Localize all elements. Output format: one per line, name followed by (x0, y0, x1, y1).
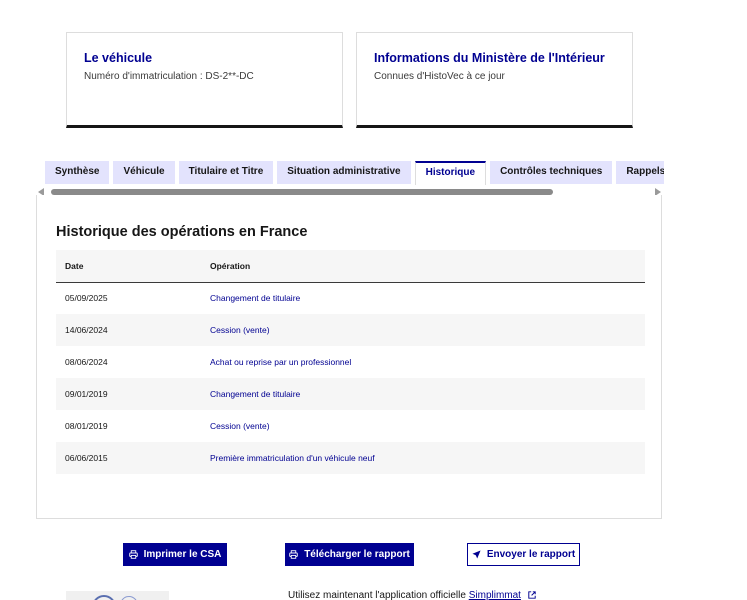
send-report-button[interactable]: Envoyer le rapport (467, 543, 580, 566)
tab-historique[interactable]: Historique (414, 161, 487, 185)
tab-vehicule[interactable]: Véhicule (113, 161, 175, 184)
row-operation-link[interactable]: Achat ou reprise par un professionnel (210, 357, 351, 367)
tab-situation-administrative[interactable]: Situation administrative (277, 161, 411, 184)
tab-synthese[interactable]: Synthèse (45, 161, 110, 184)
row-operation-link[interactable]: Cession (vente) (210, 421, 270, 431)
history-table: Date Opération 05/09/2025 Changement de … (56, 250, 645, 474)
send-arrow-icon (472, 550, 481, 559)
table-row: 06/06/2015 Première immatriculation d'un… (56, 442, 645, 474)
column-header-date: Date (56, 250, 210, 283)
row-date: 14/06/2024 (56, 314, 210, 346)
table-header-row: Date Opération (56, 250, 645, 283)
tab-rappels-constructeur[interactable]: Rappels constructeur (616, 161, 664, 184)
printer-icon (128, 550, 138, 559)
simplimmat-link[interactable]: Simplimmat (469, 590, 521, 600)
vehicle-card: Le véhicule Numéro d'immatriculation : D… (66, 32, 343, 128)
print-csa-label: Imprimer le CSA (143, 549, 222, 560)
row-operation-link[interactable]: Changement de titulaire (210, 293, 300, 303)
vehicle-card-title: Le véhicule (84, 51, 153, 65)
table-row: 08/06/2024 Achat ou reprise par un profe… (56, 346, 645, 378)
history-panel: Historique des opérations en France Date… (36, 195, 662, 519)
table-row: 14/06/2024 Cession (vente) (56, 314, 645, 346)
history-title: Historique des opérations en France (56, 224, 308, 240)
tab-controles-techniques[interactable]: Contrôles techniques (490, 161, 613, 184)
download-report-label: Télécharger le rapport (304, 549, 410, 560)
row-operation-link[interactable]: Changement de titulaire (210, 389, 300, 399)
row-date: 08/01/2019 (56, 410, 210, 442)
download-report-button[interactable]: Télécharger le rapport (285, 543, 414, 566)
column-header-operation: Opération (210, 250, 645, 283)
print-csa-button[interactable]: Imprimer le CSA (123, 543, 227, 566)
tab-bar: Synthèse Véhicule Titulaire et Titre Situat… (45, 161, 664, 185)
tab-titulaire-titre[interactable]: Titulaire et Titre (178, 161, 274, 184)
row-date: 09/01/2019 (56, 378, 210, 410)
vehicle-card-description: Numéro d'immatriculation : DS-2**-DC (84, 71, 254, 82)
row-date: 05/09/2025 (56, 282, 210, 314)
ministry-card-title: Informations du Ministère de l'Intérieur (374, 51, 605, 65)
table-row: 08/01/2019 Cession (vente) (56, 410, 645, 442)
table-row: 05/09/2025 Changement de titulaire (56, 282, 645, 314)
printer-icon (289, 550, 298, 559)
row-date: 08/06/2024 (56, 346, 210, 378)
row-operation-link[interactable]: Première immatriculation d'un véhicule n… (210, 453, 375, 463)
external-link-icon (528, 591, 536, 600)
table-row: 09/01/2019 Changement de titulaire (56, 378, 645, 410)
ministry-card: Informations du Ministère de l'Intérieur… (356, 32, 633, 128)
promo-text: Utilisez maintenant l'application offici… (288, 590, 466, 600)
tab-scrollbar[interactable] (38, 188, 661, 196)
row-operation-link[interactable]: Cession (vente) (210, 325, 270, 335)
send-report-label: Envoyer le rapport (486, 549, 576, 560)
ministry-logo (66, 591, 169, 600)
ministry-card-description: Connues d'HistoVec à ce jour (374, 71, 505, 82)
simplimmat-promo: Utilisez maintenant l'application offici… (288, 590, 536, 600)
row-date: 06/06/2015 (56, 442, 210, 474)
